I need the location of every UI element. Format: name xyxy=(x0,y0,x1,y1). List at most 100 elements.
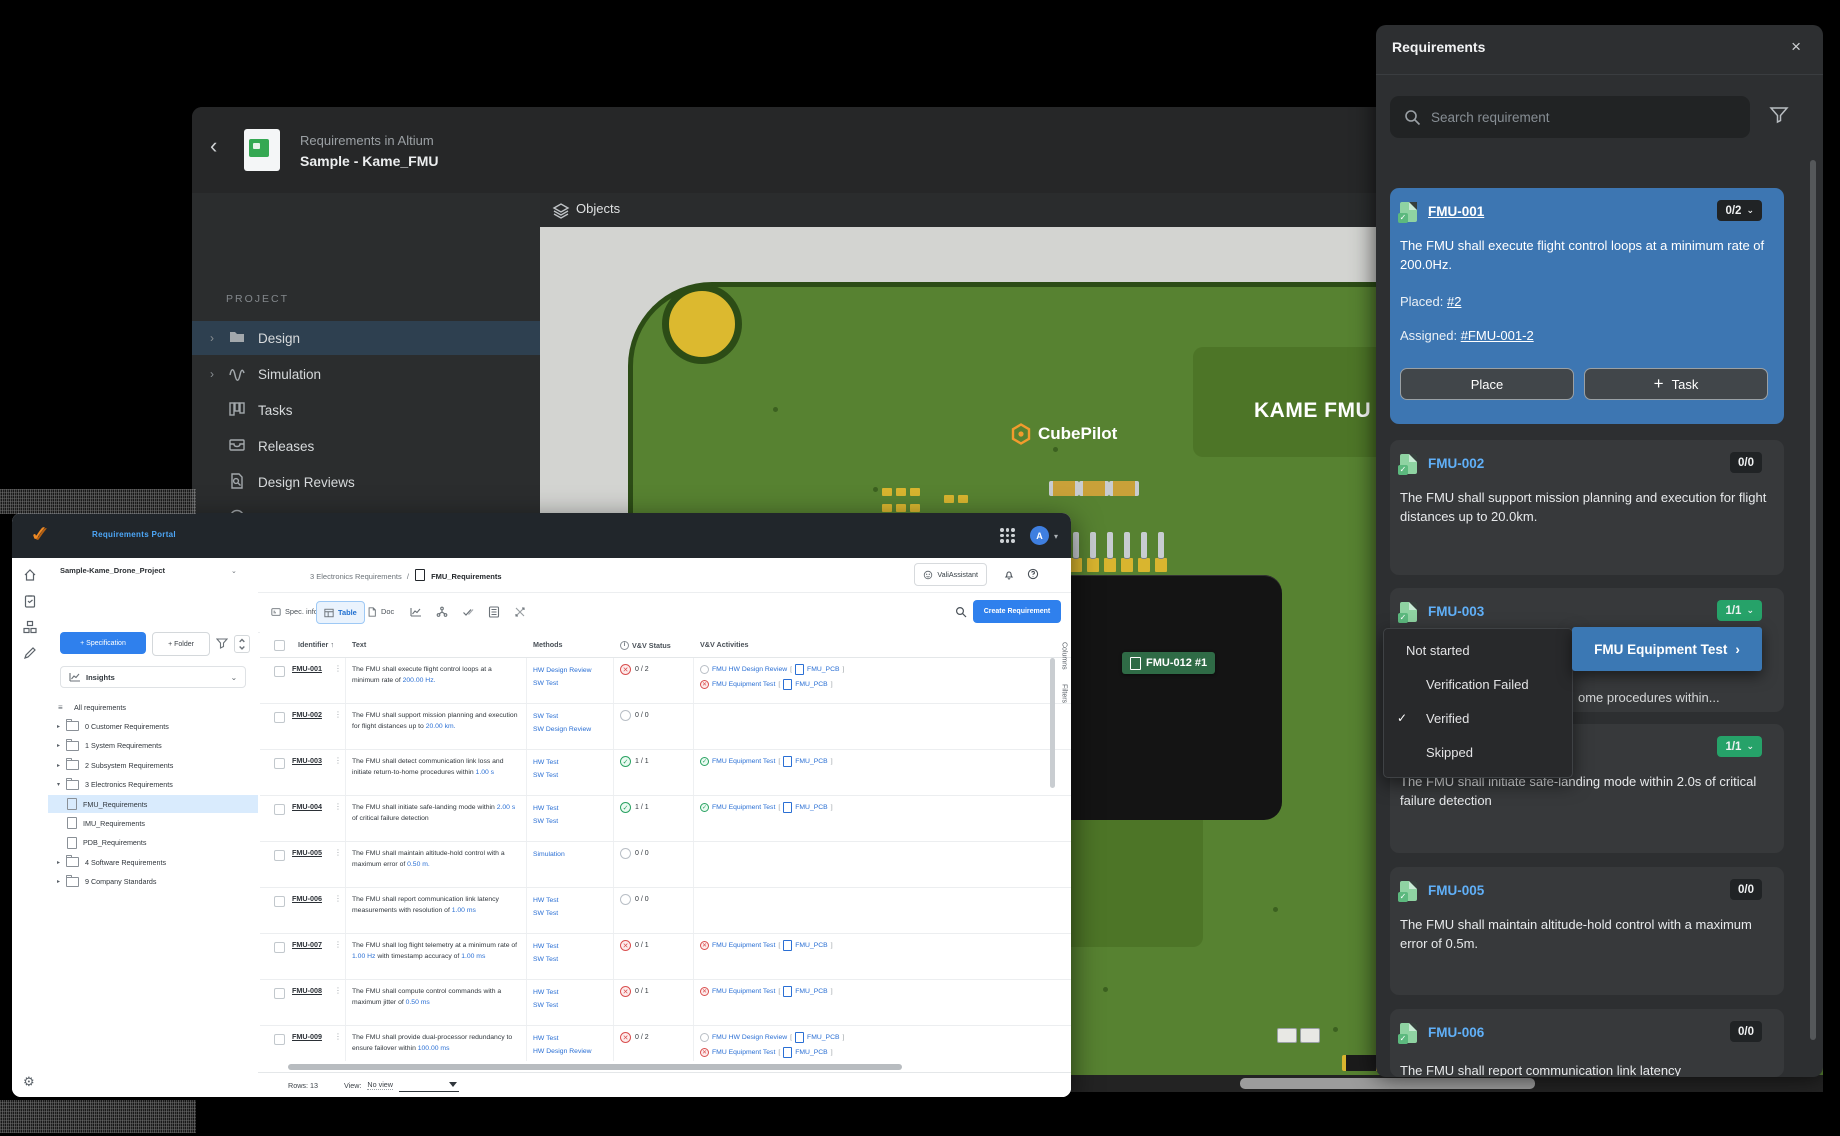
expander-icon[interactable]: ▸ xyxy=(57,742,66,749)
row-checkbox[interactable] xyxy=(274,988,285,999)
breadcrumb-parent[interactable]: 3 Electronics Requirements xyxy=(310,572,402,581)
view-select[interactable] xyxy=(399,1078,459,1092)
row-checkbox[interactable] xyxy=(274,804,285,815)
place-button[interactable]: Place xyxy=(1400,368,1574,400)
method-link[interactable]: HW Test xyxy=(533,894,607,907)
table-horizontal-scrollbar[interactable] xyxy=(288,1064,902,1070)
row-menu-kebab-icon[interactable]: ⋮ xyxy=(334,940,342,949)
sidebar-item-releases[interactable]: Releases xyxy=(192,429,540,463)
row-checkbox[interactable] xyxy=(274,758,285,769)
vv-count-badge[interactable]: 0/0 xyxy=(1730,1021,1762,1042)
app-grid-icon[interactable] xyxy=(1000,528,1015,543)
tree-item-1-system-requirements[interactable]: ▸1 System Requirements xyxy=(48,737,258,755)
activity-ref-link[interactable]: FMU_PCB xyxy=(795,803,827,813)
tree-item-3-electronics-requirements[interactable]: ▾3 Electronics Requirements xyxy=(48,776,258,794)
row-checkbox[interactable] xyxy=(274,942,285,953)
requirement-id-link[interactable]: FMU-001 xyxy=(1428,204,1484,219)
method-link[interactable]: SW Test xyxy=(533,815,607,828)
requirement-id-link[interactable]: FMU-002 xyxy=(1428,456,1484,471)
create-requirement-button[interactable]: Create Requirement xyxy=(973,600,1061,623)
menu-item-verification-failed[interactable]: Verification Failed xyxy=(1384,669,1572,699)
chart-view-icon[interactable] xyxy=(410,606,422,618)
clipboard-icon[interactable] xyxy=(23,594,37,608)
activity-ref-link[interactable]: FMU_PCB xyxy=(795,1048,827,1058)
tab-table[interactable]: Table xyxy=(316,601,365,624)
expander-icon[interactable]: ▸ xyxy=(57,762,66,769)
row-menu-kebab-icon[interactable]: ⋮ xyxy=(334,756,342,765)
activity-ref-link[interactable]: FMU_PCB xyxy=(795,987,827,997)
identifier-link[interactable]: FMU-004 xyxy=(292,802,322,811)
row-menu-kebab-icon[interactable]: ⋮ xyxy=(334,1032,342,1041)
menu-item-verified[interactable]: ✓Verified xyxy=(1384,703,1572,733)
row-checkbox[interactable] xyxy=(274,712,285,723)
add-folder-button[interactable]: + Folder xyxy=(152,632,210,656)
notifications-bell-icon[interactable] xyxy=(1003,568,1015,580)
activity-ref-link[interactable]: FMU_PCB xyxy=(795,941,827,951)
method-link[interactable]: SW Test xyxy=(533,953,607,966)
vv-count-badge[interactable]: 1/1⌄ xyxy=(1717,600,1762,621)
canvas-horizontal-scrollbar[interactable] xyxy=(1071,1075,1823,1092)
vv-count-badge[interactable]: 0/0 xyxy=(1730,452,1762,473)
method-link[interactable]: HW Design Review xyxy=(533,1045,607,1058)
method-link[interactable]: HW Test xyxy=(533,1032,607,1045)
filters-tab[interactable]: Filters xyxy=(1061,684,1068,703)
row-menu-kebab-icon[interactable]: ⋮ xyxy=(334,802,342,811)
select-all-checkbox[interactable] xyxy=(274,640,285,651)
tree-item-imu_requirements[interactable]: IMU_Requirements xyxy=(48,814,276,832)
menu-item-skipped[interactable]: Skipped xyxy=(1384,737,1572,767)
activity-link[interactable]: FMU Equipment Test xyxy=(712,680,775,690)
method-link[interactable]: HW Test xyxy=(533,802,607,815)
identifier-link[interactable]: FMU-001 xyxy=(292,664,322,673)
requirement-id-link[interactable]: FMU-005 xyxy=(1428,883,1484,898)
tree-item-0-customer-requirements[interactable]: ▸0 Customer Requirements xyxy=(48,717,258,735)
components-icon[interactable] xyxy=(23,620,37,634)
filter-funnel-icon[interactable] xyxy=(216,637,228,649)
matrix-view-icon[interactable] xyxy=(514,606,526,618)
requirement-card-fmu-006[interactable]: FMU-0060/0The FMU shall report communica… xyxy=(1390,1009,1784,1077)
identifier-link[interactable]: FMU-002 xyxy=(292,710,322,719)
activity-ref-link[interactable]: FMU_PCB xyxy=(807,665,839,675)
method-link[interactable]: HW Test xyxy=(533,940,607,953)
activity-ref-link[interactable]: FMU_PCB xyxy=(807,1033,839,1043)
method-link[interactable]: SW Design Review xyxy=(533,723,607,736)
fmu-equipment-test-chip[interactable]: FMU Equipment Test › xyxy=(1572,627,1762,671)
requirement-card-fmu-005[interactable]: FMU-0050/0The FMU shall maintain altitud… xyxy=(1390,867,1784,995)
requirement-id-link[interactable]: FMU-006 xyxy=(1428,1025,1484,1040)
panel-scrollbar[interactable] xyxy=(1810,160,1816,1040)
help-icon[interactable] xyxy=(1027,568,1039,580)
add-specification-button[interactable]: + Specification xyxy=(60,632,146,654)
activity-link[interactable]: FMU HW Design Review xyxy=(712,1033,787,1043)
project-selector-caret-icon[interactable]: ⌄ xyxy=(231,567,237,575)
row-checkbox[interactable] xyxy=(274,1034,285,1045)
tree-item-9-company-standards[interactable]: ▸9 Company Standards xyxy=(48,873,258,891)
sidebar-item-design-reviews[interactable]: Design Reviews xyxy=(192,465,540,499)
vv-count-badge[interactable]: 0/0 xyxy=(1730,879,1762,900)
requirement-card-fmu-001[interactable]: FMU-0010/2⌄The FMU shall execute flight … xyxy=(1390,188,1784,424)
row-menu-kebab-icon[interactable]: ⋮ xyxy=(334,986,342,995)
table-vertical-scrollbar[interactable] xyxy=(1050,658,1055,788)
row-menu-kebab-icon[interactable]: ⋮ xyxy=(334,710,342,719)
search-input[interactable]: Search requirement xyxy=(1390,96,1750,138)
view-value[interactable]: No view xyxy=(367,1080,393,1090)
sidebar-item-design[interactable]: ›Design xyxy=(192,321,540,355)
breadcrumb-current[interactable]: FMU_Requirements xyxy=(431,572,501,581)
scrollbar-thumb[interactable] xyxy=(1240,1078,1535,1089)
activity-link[interactable]: FMU Equipment Test xyxy=(712,941,775,951)
expander-icon[interactable]: ▸ xyxy=(57,723,66,730)
activity-link[interactable]: FMU HW Design Review xyxy=(712,665,787,675)
expand-chevron-icon[interactable]: › xyxy=(210,367,224,381)
menu-item-not-started[interactable]: Not started xyxy=(1384,635,1572,665)
row-checkbox[interactable] xyxy=(274,896,285,907)
expand-chevron-icon[interactable]: › xyxy=(210,331,224,345)
method-link[interactable]: Simulation xyxy=(533,848,607,861)
identifier-link[interactable]: FMU-005 xyxy=(292,848,322,857)
pen-icon[interactable] xyxy=(23,646,37,660)
sidebar-item-tasks[interactable]: Tasks xyxy=(192,393,540,427)
row-menu-kebab-icon[interactable]: ⋮ xyxy=(334,848,342,857)
activity-link[interactable]: FMU Equipment Test xyxy=(712,757,775,767)
back-icon[interactable]: ‹ xyxy=(210,135,217,157)
avatar-caret-icon[interactable]: ▾ xyxy=(1054,532,1058,541)
collapse-expand-icon[interactable] xyxy=(234,635,250,653)
method-link[interactable]: SW Test xyxy=(533,769,607,782)
identifier-link[interactable]: FMU-007 xyxy=(292,940,322,949)
